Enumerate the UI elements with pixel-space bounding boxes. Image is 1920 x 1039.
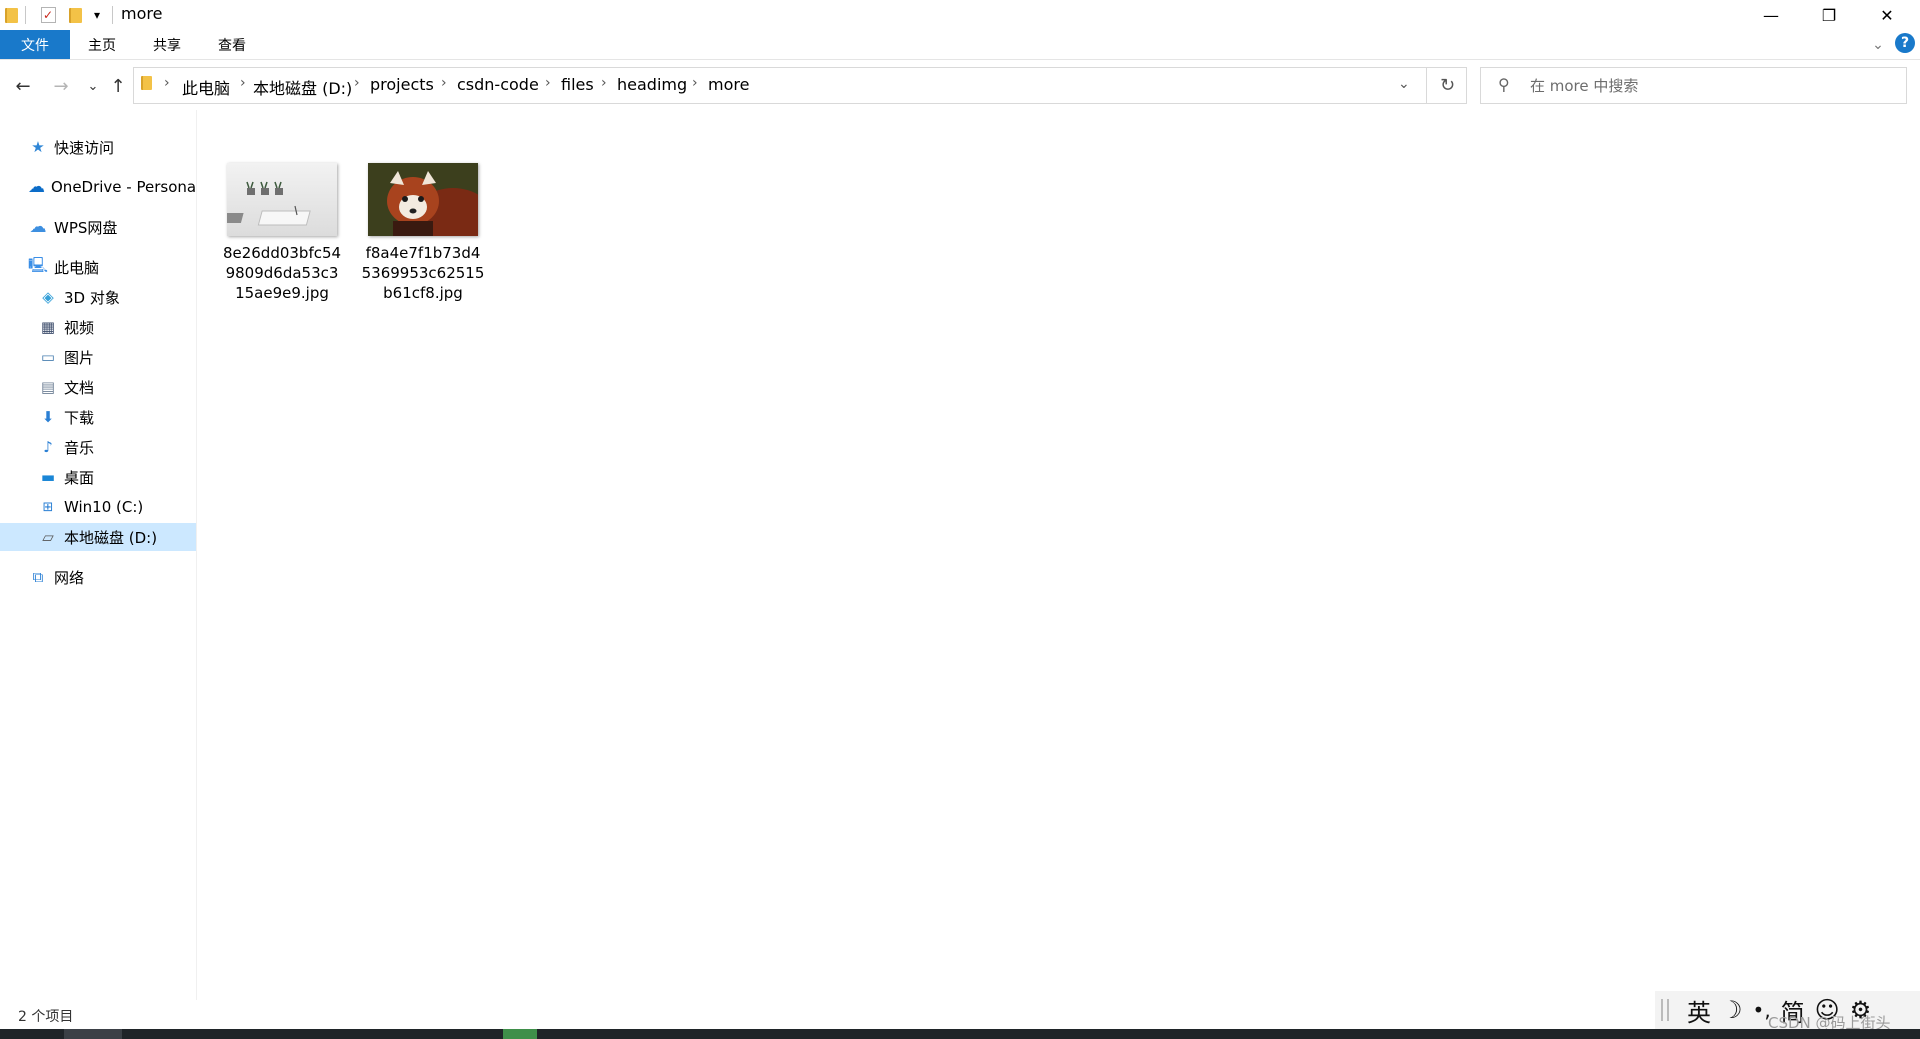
sidebar-item-this-pc[interactable]: 🖳 此电脑 xyxy=(28,253,196,281)
title-separator xyxy=(112,6,113,24)
address-dropdown-icon[interactable]: ⌄ xyxy=(1398,76,1410,92)
sidebar-item-network[interactable]: ⧉ 网络 xyxy=(28,563,196,591)
sidebar-item-wps[interactable]: ☁ WPS网盘 xyxy=(28,213,196,241)
moon-icon[interactable]: ☽ xyxy=(1721,996,1743,1024)
tab-file[interactable]: 文件 xyxy=(0,30,70,59)
minimize-button[interactable]: — xyxy=(1742,0,1800,30)
forward-button[interactable]: → xyxy=(48,73,74,99)
network-icon: ⧉ xyxy=(32,568,44,586)
video-icon: ▦ xyxy=(40,318,56,336)
crumb-separator[interactable]: › xyxy=(240,75,246,91)
sidebar-item-label: 本地磁盘 (D:) xyxy=(64,528,158,547)
quick-access-separator xyxy=(25,6,26,24)
taskbar-item[interactable] xyxy=(64,1029,122,1039)
onedrive-cloud-icon: ☁ xyxy=(28,177,45,197)
sidebar-item-onedrive[interactable]: ☁ OneDrive - Persona xyxy=(28,173,196,201)
sidebar-item-label: 3D 对象 xyxy=(64,288,120,307)
search-input[interactable]: 在 more 中搜索 xyxy=(1530,75,1638,96)
sidebar-item-label: 此电脑 xyxy=(54,258,100,277)
sidebar-item-music[interactable]: ♪ 音乐 xyxy=(38,433,196,461)
sidebar-item-quick-access[interactable]: ★ 快速访问 xyxy=(28,133,196,161)
sidebar-item-label: 下载 xyxy=(64,408,95,427)
refresh-button[interactable]: ↻ xyxy=(1426,67,1468,104)
recent-locations-button[interactable]: ⌄ xyxy=(80,73,106,99)
tab-share[interactable]: 共享 xyxy=(145,30,189,59)
ribbon-collapse-icon[interactable]: ⌄ xyxy=(1866,30,1890,59)
ribbon-tabs: 文件 主页 共享 查看 ⌄ ? xyxy=(0,30,1920,60)
drive-icon: ▱ xyxy=(42,528,54,546)
address-folder-icon xyxy=(141,76,152,90)
download-arrow-icon: ⬇ xyxy=(41,408,55,426)
sidebar-item-drive-c[interactable]: ⊞ Win10 (C:) xyxy=(38,493,196,521)
sidebar-item-label: 桌面 xyxy=(64,468,95,487)
sidebar-item-label: 音乐 xyxy=(64,438,95,457)
window-title: more xyxy=(121,4,163,23)
crumb-files[interactable]: files xyxy=(561,75,594,94)
wps-cloud-icon: ☁ xyxy=(29,217,47,237)
folder-icon xyxy=(4,6,18,24)
file-name: f8a4e7f1b73d4 5369953c62515 b61cf8.jpg xyxy=(361,244,485,302)
sidebar-item-desktop[interactable]: ▬ 桌面 xyxy=(38,463,196,491)
sidebar-item-pictures[interactable]: ▭ 图片 xyxy=(38,343,196,371)
crumb-headimg[interactable]: headimg xyxy=(617,75,687,94)
crumb-projects[interactable]: projects xyxy=(370,75,434,94)
crumb-more[interactable]: more xyxy=(708,75,749,94)
tab-home[interactable]: 主页 xyxy=(80,30,124,59)
ime-drag-handle[interactable] xyxy=(1661,999,1669,1021)
computer-icon: 🖳 xyxy=(28,255,49,274)
sidebar-item-label: OneDrive - Persona xyxy=(51,178,196,196)
sidebar-item-label: 视频 xyxy=(64,318,95,337)
music-note-icon: ♪ xyxy=(43,438,53,456)
sidebar-item-label: 文档 xyxy=(64,378,95,397)
windows-drive-icon: ⊞ xyxy=(42,499,54,515)
crumb-separator[interactable]: › xyxy=(692,75,698,91)
taskbar xyxy=(0,1029,1920,1039)
sidebar-item-label: 图片 xyxy=(64,348,95,367)
crumb-separator[interactable]: › xyxy=(354,75,360,91)
crumb-this-pc[interactable]: 此电脑 xyxy=(182,75,230,99)
title-bar: ✓ ▾ more — ❐ ✕ xyxy=(0,0,1920,30)
file-item[interactable]: f8a4e7f1b73d4 5369953c62515 b61cf8.jpg xyxy=(359,163,487,303)
sidebar-item-documents[interactable]: ▤ 文档 xyxy=(38,373,196,401)
sidebar-item-label: WPS网盘 xyxy=(54,218,118,237)
image-thumbnail xyxy=(368,163,478,236)
crumb-separator[interactable]: › xyxy=(545,75,551,91)
sidebar-item-downloads[interactable]: ⬇ 下载 xyxy=(38,403,196,431)
help-icon[interactable]: ? xyxy=(1895,33,1915,53)
pictures-icon: ▭ xyxy=(40,348,56,366)
crumb-drive-d[interactable]: 本地磁盘 (D:) xyxy=(253,75,352,99)
crumb-separator[interactable]: › xyxy=(164,75,170,91)
sidebar-item-label: Win10 (C:) xyxy=(64,498,144,516)
crumb-csdn-code[interactable]: csdn-code xyxy=(457,75,539,94)
status-item-count: 2 个项目 xyxy=(18,1009,74,1025)
pane-divider[interactable] xyxy=(196,110,197,1000)
file-item[interactable]: 8e26dd03bfc54 9809d6da53c3 15ae9e9.jpg xyxy=(218,163,346,303)
crumb-separator[interactable]: › xyxy=(601,75,607,91)
up-button[interactable]: ↑ xyxy=(105,73,131,99)
documents-icon: ▤ xyxy=(40,378,56,396)
taskbar-item[interactable] xyxy=(503,1029,537,1039)
quick-access-dropdown-icon[interactable]: ▾ xyxy=(90,6,104,24)
back-button[interactable]: ← xyxy=(10,73,36,99)
sidebar-item-videos[interactable]: ▦ 视频 xyxy=(38,313,196,341)
star-icon: ★ xyxy=(31,138,45,156)
new-folder-icon[interactable] xyxy=(68,6,82,24)
properties-check-icon[interactable]: ✓ xyxy=(40,6,56,24)
tab-view[interactable]: 查看 xyxy=(210,30,254,59)
navigation-pane xyxy=(0,110,196,1000)
ime-language-toggle[interactable]: 英 xyxy=(1687,993,1711,1028)
maximize-button[interactable]: ❐ xyxy=(1800,0,1858,30)
sidebar-item-label: 网络 xyxy=(54,568,85,587)
close-button[interactable]: ✕ xyxy=(1858,0,1916,30)
desktop-icon: ▬ xyxy=(40,468,56,486)
search-icon: ⚲ xyxy=(1498,75,1510,94)
file-name: 8e26dd03bfc54 9809d6da53c3 15ae9e9.jpg xyxy=(222,244,342,302)
cube-icon: ◈ xyxy=(42,288,54,306)
sidebar-item-label: 快速访问 xyxy=(54,138,115,157)
sidebar-item-3d-objects[interactable]: ◈ 3D 对象 xyxy=(38,283,196,311)
sidebar-item-drive-d[interactable]: ▱ 本地磁盘 (D:) xyxy=(0,523,196,551)
crumb-separator[interactable]: › xyxy=(441,75,447,91)
image-thumbnail xyxy=(227,163,337,236)
